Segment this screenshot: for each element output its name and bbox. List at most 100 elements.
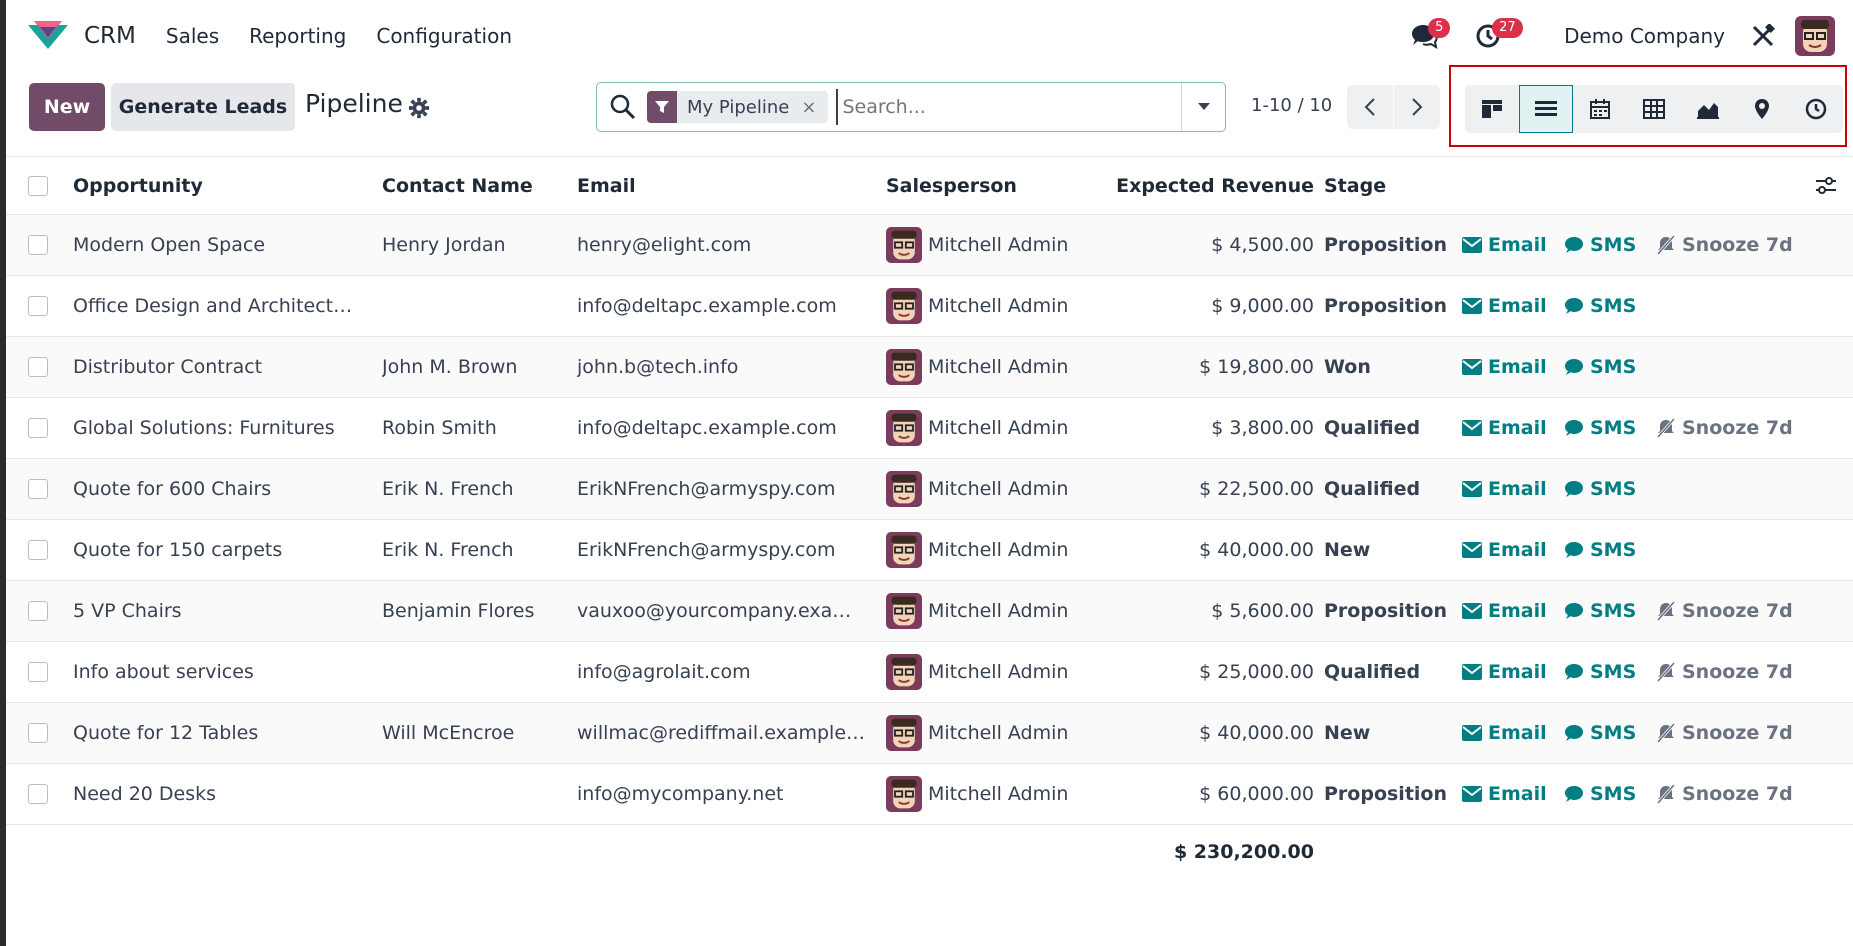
snooze-button[interactable]: Snooze 7d <box>1656 783 1793 805</box>
pager-previous-button[interactable] <box>1347 85 1393 129</box>
sms-button[interactable]: SMS <box>1564 234 1636 256</box>
sms-button[interactable]: SMS <box>1564 600 1636 622</box>
table-row[interactable]: Quote for 150 carpets Erik N. French Eri… <box>6 520 1853 581</box>
salesperson-avatar[interactable] <box>886 532 922 568</box>
column-stage[interactable]: Stage <box>1324 175 1464 197</box>
table-row[interactable]: Quote for 12 Tables Will McEncroe willma… <box>6 703 1853 764</box>
bell-slash-icon <box>1656 418 1676 438</box>
column-contact-name[interactable]: Contact Name <box>382 175 562 197</box>
select-all-checkbox[interactable] <box>28 175 48 196</box>
facet-remove-icon[interactable]: × <box>801 97 828 118</box>
generate-leads-button[interactable]: Generate Leads <box>111 83 295 131</box>
salesperson-avatar[interactable] <box>886 288 922 324</box>
salesperson-avatar[interactable] <box>886 227 922 263</box>
company-switcher[interactable]: Demo Company <box>1564 24 1725 48</box>
map-view-button[interactable] <box>1735 85 1789 133</box>
salesperson-avatar[interactable] <box>886 471 922 507</box>
email-button[interactable]: Email <box>1462 356 1547 378</box>
row-checkbox[interactable] <box>28 723 48 743</box>
list-view-button[interactable] <box>1519 85 1573 133</box>
sms-button[interactable]: SMS <box>1564 539 1636 561</box>
salesperson-avatar[interactable] <box>886 349 922 385</box>
table-row[interactable]: Info about services info@agrolait.com Mi… <box>6 642 1853 703</box>
calendar-view-button[interactable] <box>1573 85 1627 133</box>
crm-logo-icon[interactable] <box>26 19 70 53</box>
salesperson-name: Mitchell Admin <box>928 417 1069 439</box>
opportunity-name: Quote for 12 Tables <box>73 722 259 744</box>
sms-button[interactable]: SMS <box>1564 295 1636 317</box>
user-avatar[interactable] <box>1795 15 1835 56</box>
snooze-button-label: Snooze 7d <box>1682 783 1793 805</box>
avatar-image-icon <box>886 532 922 568</box>
row-checkbox[interactable] <box>28 662 48 682</box>
optional-columns-icon[interactable] <box>1815 175 1837 197</box>
avatar-image-icon <box>886 593 922 629</box>
tools-icon[interactable] <box>1751 23 1775 48</box>
email-button[interactable]: Email <box>1462 661 1547 683</box>
menu-configuration[interactable]: Configuration <box>376 24 512 48</box>
email-button[interactable]: Email <box>1462 234 1547 256</box>
menu-sales[interactable]: Sales <box>166 24 219 48</box>
column-salesperson[interactable]: Salesperson <box>886 175 1086 197</box>
table-row[interactable]: Modern Open Space Henry Jordan henry@eli… <box>6 215 1853 276</box>
pager-next-button[interactable] <box>1394 85 1440 129</box>
email-button[interactable]: Email <box>1462 295 1547 317</box>
kanban-view-button[interactable] <box>1465 85 1519 133</box>
row-checkbox[interactable] <box>28 357 48 377</box>
sms-button[interactable]: SMS <box>1564 722 1636 744</box>
app-name[interactable]: CRM <box>84 23 136 49</box>
email-button[interactable]: Email <box>1462 417 1547 439</box>
sms-button[interactable]: SMS <box>1564 661 1636 683</box>
table-row[interactable]: Quote for 600 Chairs Erik N. French Erik… <box>6 459 1853 520</box>
email-button[interactable]: Email <box>1462 783 1547 805</box>
table-row[interactable]: 5 VP Chairs Benjamin Flores vauxoo@yourc… <box>6 581 1853 642</box>
table-row[interactable]: Office Design and Architect… info@deltap… <box>6 276 1853 337</box>
snooze-button[interactable]: Snooze 7d <box>1656 234 1793 256</box>
snooze-button[interactable]: Snooze 7d <box>1656 600 1793 622</box>
activities-button[interactable]: 27 <box>1468 16 1523 56</box>
salesperson-avatar[interactable] <box>886 593 922 629</box>
sms-button[interactable]: SMS <box>1564 478 1636 500</box>
snooze-button[interactable]: Snooze 7d <box>1656 661 1793 683</box>
sms-button[interactable]: SMS <box>1564 356 1636 378</box>
table-row[interactable]: Need 20 Desks info@mycompany.net Mitchel… <box>6 764 1853 825</box>
salesperson-avatar[interactable] <box>886 776 922 812</box>
pager-value[interactable]: 1-10 / 10 <box>1251 95 1332 116</box>
row-checkbox[interactable] <box>28 479 48 499</box>
new-button[interactable]: New <box>29 83 105 131</box>
map-marker-icon <box>1755 99 1769 119</box>
salesperson-avatar[interactable] <box>886 654 922 690</box>
snooze-button-label: Snooze 7d <box>1682 661 1793 683</box>
salesperson-avatar[interactable] <box>886 410 922 446</box>
snooze-button[interactable]: Snooze 7d <box>1656 722 1793 744</box>
pivot-view-button[interactable] <box>1627 85 1681 133</box>
column-expected-revenue[interactable]: Expected Revenue <box>1096 175 1314 197</box>
activity-view-button[interactable] <box>1789 85 1843 133</box>
row-checkbox[interactable] <box>28 418 48 438</box>
row-checkbox[interactable] <box>28 296 48 316</box>
graph-view-button[interactable] <box>1681 85 1735 133</box>
row-checkbox[interactable] <box>28 235 48 255</box>
email-button[interactable]: Email <box>1462 478 1547 500</box>
row-checkbox[interactable] <box>28 601 48 621</box>
sms-button[interactable]: SMS <box>1564 783 1636 805</box>
search-input[interactable] <box>836 89 1181 125</box>
snooze-button[interactable]: Snooze 7d <box>1656 417 1793 439</box>
email-button[interactable]: Email <box>1462 722 1547 744</box>
column-email[interactable]: Email <box>577 175 877 197</box>
gear-icon[interactable] <box>408 97 430 119</box>
table-row[interactable]: Global Solutions: Furnitures Robin Smith… <box>6 398 1853 459</box>
row-checkbox[interactable] <box>28 784 48 804</box>
email-button[interactable]: Email <box>1462 600 1547 622</box>
search-icon[interactable] <box>609 93 637 121</box>
messages-button[interactable]: 5 <box>1404 16 1451 56</box>
menu-reporting[interactable]: Reporting <box>249 24 346 48</box>
email-button[interactable]: Email <box>1462 539 1547 561</box>
sms-button[interactable]: SMS <box>1564 417 1636 439</box>
table-row[interactable]: Distributor Contract John M. Brown john.… <box>6 337 1853 398</box>
salesperson-avatar[interactable] <box>886 715 922 751</box>
row-checkbox[interactable] <box>28 540 48 560</box>
search-facet: My Pipeline × <box>647 91 829 123</box>
column-opportunity[interactable]: Opportunity <box>73 175 369 197</box>
search-options-toggle[interactable] <box>1181 83 1225 131</box>
